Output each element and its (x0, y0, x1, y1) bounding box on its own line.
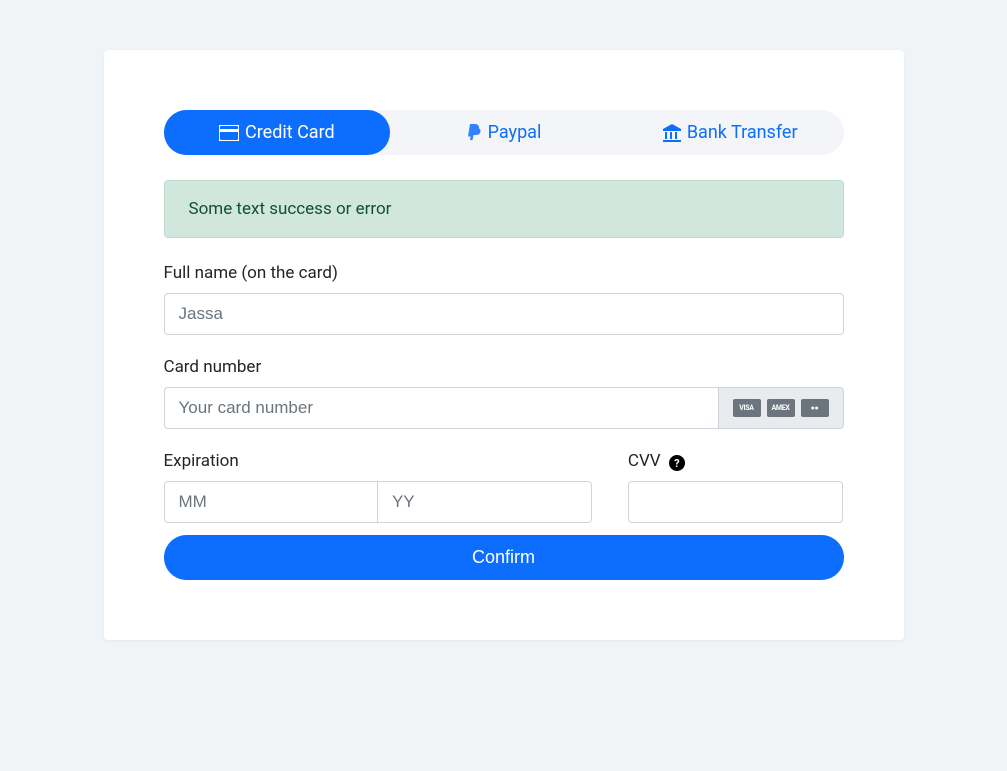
help-icon[interactable]: ? (669, 455, 685, 471)
tab-bank-transfer-label: Bank Transfer (687, 122, 798, 143)
bank-icon (663, 124, 681, 142)
expiration-month-input[interactable] (164, 481, 378, 523)
expiration-group: Expiration (164, 451, 592, 523)
expiration-year-input[interactable] (378, 481, 592, 523)
alert-text: Some text success or error (189, 199, 392, 219)
tab-credit-card-label: Credit Card (245, 122, 335, 143)
tab-paypal-label: Paypal (488, 122, 542, 143)
payment-method-tabs: Credit Card Paypal Bank Transfer (164, 110, 844, 155)
expiration-label: Expiration (164, 451, 592, 471)
full-name-input[interactable] (164, 293, 844, 335)
card-number-group: Card number VISA AMEX ●● (164, 357, 844, 429)
card-number-input[interactable] (164, 387, 718, 429)
credit-card-icon (219, 125, 239, 141)
cvv-group: CVV ? (628, 451, 844, 523)
paypal-icon (466, 124, 482, 142)
card-number-input-group: VISA AMEX ●● (164, 387, 844, 429)
payment-card: Credit Card Paypal Bank Transfer Some te… (104, 50, 904, 640)
tab-bank-transfer[interactable]: Bank Transfer (617, 110, 844, 155)
expiration-cvv-row: Expiration CVV ? (164, 451, 844, 523)
full-name-group: Full name (on the card) (164, 263, 844, 335)
confirm-button[interactable]: Confirm (164, 535, 844, 580)
cvv-label-text: CVV (628, 451, 661, 471)
cvv-input[interactable] (628, 481, 844, 523)
tab-paypal[interactable]: Paypal (390, 110, 617, 155)
mastercard-icon: ●● (801, 399, 829, 417)
card-brands-addon: VISA AMEX ●● (718, 387, 844, 429)
visa-icon: VISA (733, 399, 761, 417)
amex-icon: AMEX (767, 399, 795, 417)
full-name-label: Full name (on the card) (164, 263, 844, 283)
alert-message: Some text success or error (164, 180, 844, 238)
cvv-label: CVV ? (628, 451, 844, 471)
expiration-inputs (164, 481, 592, 523)
card-number-label: Card number (164, 357, 844, 377)
tab-credit-card[interactable]: Credit Card (164, 110, 391, 155)
